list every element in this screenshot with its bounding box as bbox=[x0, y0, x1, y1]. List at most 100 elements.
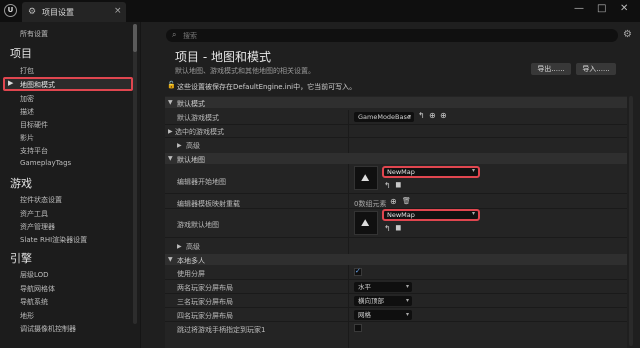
unlock-icon: 🔓 bbox=[167, 81, 176, 89]
three-player-layout-dropdown[interactable]: 横向顶部 ▾ bbox=[354, 296, 412, 306]
use-selected-arrow-icon[interactable]: ↰ bbox=[384, 181, 391, 190]
default-game-mode-dropdown[interactable]: GameModeBase ▾ bbox=[354, 112, 414, 122]
chevron-down-icon: ▾ bbox=[407, 113, 411, 120]
chevron-down-icon: ▾ bbox=[405, 283, 409, 290]
sidebar-item-encryption[interactable]: 加密 bbox=[20, 94, 34, 104]
sidebar-item-gameplay-tags[interactable]: GameplayTags bbox=[20, 159, 71, 167]
dropdown-value: 横向顶部 bbox=[358, 297, 384, 305]
chevron-down-icon: ▾ bbox=[405, 297, 409, 304]
editor-startup-map-label: 编辑器开始地图 bbox=[177, 178, 226, 186]
dropdown-value: 水平 bbox=[358, 283, 371, 291]
sidebar-item-packaging[interactable]: 打包 bbox=[20, 66, 34, 76]
window-close-icon[interactable]: ✕ bbox=[620, 3, 628, 14]
section-header-default-maps[interactable] bbox=[165, 153, 627, 164]
game-default-map-dropdown[interactable]: NewMap ▾ bbox=[382, 209, 480, 221]
section-header-default-modes[interactable] bbox=[165, 97, 627, 108]
add-icon[interactable]: ⊕ bbox=[440, 111, 447, 120]
four-player-layout-dropdown[interactable]: 网格 ▾ bbox=[354, 310, 412, 320]
browse-folder-icon[interactable]: ▆ bbox=[396, 181, 401, 188]
row-separator bbox=[165, 307, 627, 308]
advanced-toggle[interactable]: 高级 bbox=[186, 141, 200, 151]
map-icon: ⛰ bbox=[361, 218, 370, 229]
use-selected-arrow-icon[interactable]: ↰ bbox=[418, 111, 425, 120]
dropdown-value: NewMap bbox=[387, 168, 415, 176]
minimize-icon[interactable]: — bbox=[574, 3, 584, 14]
chevron-down-icon: ▾ bbox=[405, 311, 409, 318]
sidebar-item-widget-state[interactable]: 控件状态设置 bbox=[20, 195, 62, 205]
search-input[interactable] bbox=[166, 29, 618, 42]
tab-label: 项目设置 bbox=[42, 8, 74, 17]
sidebar-scroll-thumb[interactable] bbox=[133, 24, 137, 52]
sidebar-item-nav-system[interactable]: 导航系统 bbox=[20, 297, 48, 307]
section-title: 默认地图 bbox=[177, 156, 205, 164]
sidebar-item-asset-manager[interactable]: 资产管理器 bbox=[20, 222, 55, 232]
expand-arrow-icon: ▶ bbox=[8, 79, 14, 87]
import-button[interactable]: 导入...... bbox=[576, 63, 616, 75]
map-icon: ⛰ bbox=[361, 173, 370, 184]
use-splitscreen-label: 使用分屏 bbox=[177, 270, 205, 278]
two-player-layout-dropdown[interactable]: 水平 ▾ bbox=[354, 282, 412, 292]
chevron-down-icon: ▾ bbox=[471, 210, 475, 217]
add-element-icon[interactable]: ⊕ bbox=[390, 197, 397, 206]
three-player-layout-label: 三名玩家分屏布局 bbox=[177, 298, 233, 306]
sidebar-item-all-settings[interactable]: 所有设置 bbox=[20, 29, 48, 39]
sidebar-item-maps-modes[interactable]: 地图和模式 bbox=[20, 80, 55, 90]
dropdown-value: GameModeBase bbox=[358, 113, 411, 121]
export-button[interactable]: 导出...... bbox=[531, 63, 571, 75]
row-separator bbox=[165, 279, 627, 280]
browse-folder-icon[interactable]: ▆ bbox=[396, 224, 401, 231]
column-divider[interactable] bbox=[348, 110, 349, 348]
collapse-arrow-icon[interactable]: ▼ bbox=[168, 256, 173, 263]
sidebar-item-asset-tools[interactable]: 资产工具 bbox=[20, 209, 48, 219]
sidebar-scrollbar[interactable] bbox=[133, 24, 137, 324]
sidebar-item-navmesh[interactable]: 导航网格体 bbox=[20, 284, 55, 294]
sidebar-category-game: 游戏 bbox=[10, 177, 32, 190]
trash-icon[interactable]: 🗑 bbox=[402, 197, 411, 205]
search-placeholder: 搜索 bbox=[183, 32, 197, 40]
expand-arrow-icon[interactable]: ▶ bbox=[168, 128, 173, 135]
dropdown-value: 网格 bbox=[358, 311, 371, 319]
unreal-logo-icon: U bbox=[4, 4, 17, 17]
editor-startup-map-dropdown[interactable]: NewMap ▾ bbox=[382, 166, 480, 178]
sidebar-item-slate-rhi[interactable]: Slate RHI渲染器设置 bbox=[20, 235, 87, 245]
config-file-notice: 这些设置被保存在DefaultEngine.ini中，它当前可写入。 bbox=[177, 83, 357, 91]
sidebar-item-movies[interactable]: 影片 bbox=[20, 133, 34, 143]
section-title: 默认模式 bbox=[177, 100, 205, 108]
section-header-local-multiplayer[interactable] bbox=[165, 254, 627, 265]
dropdown-value: NewMap bbox=[387, 211, 415, 219]
selected-game-mode-label[interactable]: 选中的游戏模式 bbox=[175, 127, 224, 137]
sidebar-category-project: 项目 bbox=[10, 47, 32, 60]
skip-controller-label: 跳过将游戏手柄指定到玩家1 bbox=[177, 326, 266, 334]
maximize-icon[interactable]: □ bbox=[597, 3, 606, 14]
sidebar-item-target-hardware[interactable]: 目标硬件 bbox=[20, 120, 48, 130]
sidebar-item-hlod[interactable]: 层级LOD bbox=[20, 270, 49, 280]
collapse-arrow-icon[interactable]: ▼ bbox=[168, 155, 173, 162]
default-game-mode-label: 默认游戏模式 bbox=[177, 114, 219, 122]
close-tab-icon[interactable]: × bbox=[114, 6, 122, 16]
row-separator bbox=[165, 293, 627, 294]
skip-controller-checkbox[interactable] bbox=[354, 324, 362, 332]
expand-arrow-icon[interactable]: ▶ bbox=[177, 142, 182, 149]
sidebar-item-landscape[interactable]: 地形 bbox=[20, 311, 34, 321]
browse-icon[interactable]: ⊕ bbox=[429, 111, 436, 120]
row-separator bbox=[165, 237, 627, 238]
two-player-layout-label: 两名玩家分屏布局 bbox=[177, 284, 233, 292]
sidebar-item-debug-camera[interactable]: 调试摄像机控制器 bbox=[20, 324, 76, 334]
map-thumbnail[interactable]: ⛰ bbox=[354, 211, 378, 235]
gear-icon[interactable]: ⚙ bbox=[623, 29, 632, 40]
tab-project-settings[interactable]: ⚙ 项目设置 × bbox=[22, 2, 126, 22]
row-separator bbox=[165, 137, 627, 138]
use-selected-arrow-icon[interactable]: ↰ bbox=[384, 224, 391, 233]
map-thumbnail[interactable]: ⛰ bbox=[354, 166, 378, 190]
game-default-map-label: 游戏默认地图 bbox=[177, 221, 219, 229]
search-icon: ⌕ bbox=[172, 30, 177, 39]
collapse-arrow-icon[interactable]: ▼ bbox=[168, 99, 173, 106]
four-player-layout-label: 四名玩家分屏布局 bbox=[177, 312, 233, 320]
sidebar-item-supported-platforms[interactable]: 支持平台 bbox=[20, 146, 48, 156]
title-bar: U ⚙ 项目设置 × — □ ✕ bbox=[0, 0, 640, 22]
sidebar-item-description[interactable]: 描述 bbox=[20, 107, 34, 117]
expand-arrow-icon[interactable]: ▶ bbox=[177, 243, 182, 250]
advanced-toggle[interactable]: 高级 bbox=[186, 242, 200, 252]
sidebar-category-engine: 引擎 bbox=[10, 252, 32, 265]
main-scrollbar[interactable] bbox=[629, 96, 633, 346]
